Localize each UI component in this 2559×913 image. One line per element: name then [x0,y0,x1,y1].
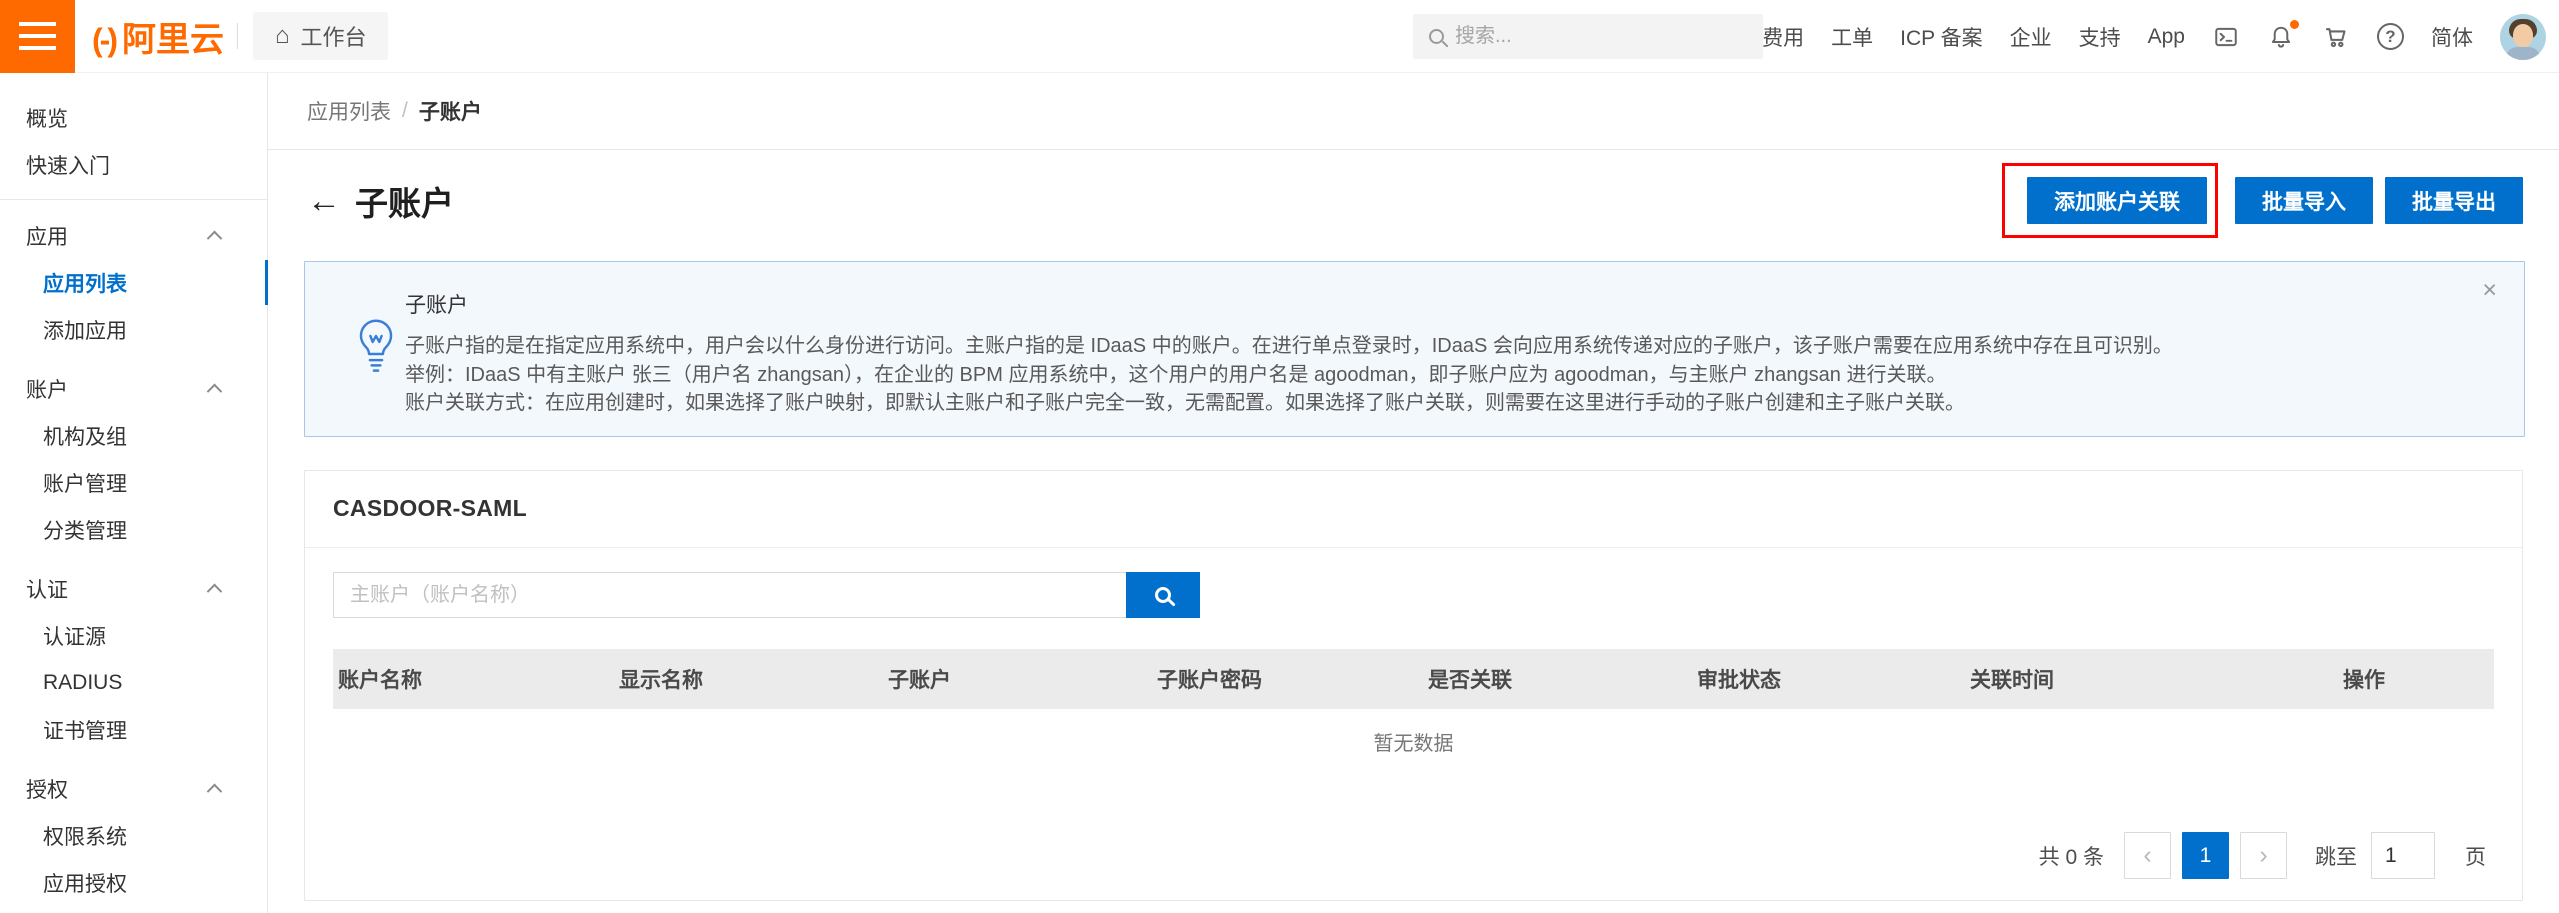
chevron-up-icon [207,784,223,800]
application-name: CASDOOR-SAML [333,495,2494,522]
chevron-up-icon [207,584,223,600]
batch-export-button[interactable]: 批量导出 [2385,177,2523,224]
breadcrumb-current: 子账户 [419,96,482,126]
close-icon[interactable]: × [2482,278,2497,303]
search-button[interactable] [1126,572,1200,618]
main-layout: 概览 快速入门 应用 应用列表 添加应用 账户 机构及组 [0,73,2559,913]
hamburger-menu-button[interactable] [0,0,75,73]
sidebar: 概览 快速入门 应用 应用列表 添加应用 账户 机构及组 [0,73,268,913]
notifications-bell-icon[interactable] [2267,23,2295,51]
cart-icon[interactable] [2322,23,2350,51]
banner-line-3: 账户关联方式：在应用创建时，如果选择了账户映射，即默认主账户和子账户完全一致，无… [405,389,2454,418]
sidebar-group-authentication[interactable]: 认证 [0,565,267,612]
breadcrumb-application-list[interactable]: 应用列表 [307,96,391,126]
column-is-associated: 是否关联 [1423,664,1692,694]
home-icon: ⌂ [275,22,290,50]
column-sub-account-password: 子账户密码 [1152,664,1423,694]
header-actions: 添加账户关联 批量导入 批量导出 [2002,163,2523,238]
sidebar-item-permission-system[interactable]: 权限系统 [0,812,267,859]
chevron-up-icon [207,384,223,400]
topbar-search-input[interactable] [1455,25,1735,48]
add-account-association-button[interactable]: 添加账户关联 [2027,177,2207,224]
topbar-menu: 费用 工单 ICP 备案 企业 支持 App [1762,0,2559,73]
sidebar-item-org-groups[interactable]: 机构及组 [0,412,267,459]
sidebar-item-account-management[interactable]: 账户管理 [0,459,267,506]
search-icon [1155,587,1171,603]
column-sub-account: 子账户 [883,664,1152,694]
idaas-console-page: (-) 阿里云 ⌂ 工作台 费用 工单 ICP 备案 企业 支持 App [0,0,2559,913]
sidebar-item-radius[interactable]: RADIUS [0,659,267,706]
menu-item-enterprise[interactable]: 企业 [2010,22,2052,52]
notification-dot [2290,20,2299,29]
aliyun-logo-text: 阿里云 [122,12,224,61]
sidebar-item-overview[interactable]: 概览 [0,94,267,141]
pagination-next-button[interactable]: › [2240,832,2287,879]
account-search-bar [333,572,2494,618]
language-switcher[interactable]: 简体 [2431,22,2473,52]
menu-item-tickets[interactable]: 工单 [1831,22,1873,52]
aliyun-logo-icon: (-) [92,22,115,59]
card-divider [305,547,2522,548]
table-empty-state: 暂无数据 [333,709,2494,773]
sidebar-item-add-application[interactable]: 添加应用 [0,306,267,353]
annotation-highlight-box: 添加账户关联 [2002,163,2218,238]
sidebar-item-auth-sources[interactable]: 认证源 [0,612,267,659]
sub-account-card: CASDOOR-SAML 账户名称 显示名称 子账户 子账户密码 是否关联 审批… [304,470,2523,901]
info-banner: 子账户 子账户指的是在指定应用系统中，用户会以什么身份进行访问。主账户指的是 I… [304,261,2525,437]
workbench-button[interactable]: ⌂ 工作台 [253,12,389,60]
topbar-search[interactable] [1413,14,1763,59]
column-association-time: 关联时间 [1965,664,2338,694]
sidebar-item-certificate-management[interactable]: 证书管理 [0,706,267,753]
sidebar-group-applications[interactable]: 应用 [0,212,267,259]
user-avatar[interactable] [2500,14,2546,60]
hamburger-icon [19,22,56,26]
sidebar-group-accounts[interactable]: 账户 [0,365,267,412]
breadcrumb-separator: / [402,99,408,123]
topbar: (-) 阿里云 ⌂ 工作台 费用 工单 ICP 备案 企业 支持 App [0,0,2559,73]
banner-line-1: 子账户指的是在指定应用系统中，用户会以什么身份进行访问。主账户指的是 IDaaS… [405,332,2454,361]
pagination-jump-label: 跳至 [2315,841,2357,871]
workbench-label: 工作台 [300,20,366,52]
topbar-divider [237,23,238,49]
sidebar-item-quickstart[interactable]: 快速入门 [0,141,267,188]
bulb-icon [355,318,397,376]
column-actions: 操作 [2338,664,2494,694]
help-icon[interactable]: ? [2377,23,2404,50]
batch-import-button[interactable]: 批量导入 [2235,177,2373,224]
sidebar-group-authorization[interactable]: 授权 [0,765,267,812]
search-icon [1429,29,1444,44]
menu-item-icp[interactable]: ICP 备案 [1900,22,1982,52]
column-display-name: 显示名称 [614,664,883,694]
pagination-page-unit: 页 [2465,841,2486,871]
page-title: 子账户 [355,177,454,225]
page-header: ← 子账户 添加账户关联 批量导入 批量导出 [307,163,2523,238]
table-header-row: 账户名称 显示名称 子账户 子账户密码 是否关联 审批状态 关联时间 操作 [333,649,2494,709]
sidebar-item-application-authorization[interactable]: 应用授权 [0,859,267,906]
console-icon[interactable] [2212,23,2240,51]
pagination-prev-button[interactable]: ‹ [2124,832,2171,879]
sidebar-item-application-list[interactable]: 应用列表 [0,259,267,306]
menu-item-app[interactable]: App [2148,25,2185,49]
pagination-jump-input[interactable] [2371,832,2435,879]
column-account-name: 账户名称 [333,664,614,694]
chevron-up-icon [207,231,223,247]
pagination-page-1[interactable]: 1 [2182,832,2229,879]
pagination-total: 共 0 条 [2039,841,2104,871]
content-area: 应用列表 / 子账户 ← 子账户 添加账户关联 批量导入 批量导出 [268,73,2559,913]
aliyun-logo[interactable]: (-) 阿里云 [92,12,224,61]
sidebar-divider [0,199,267,200]
menu-item-support[interactable]: 支持 [2079,22,2121,52]
banner-title: 子账户 [405,289,2454,319]
sidebar-item-category-management[interactable]: 分类管理 [0,506,267,553]
column-approval-status: 审批状态 [1692,664,1965,694]
banner-line-2: 举例：IDaaS 中有主账户 张三（用户名 zhangsan），在企业的 BPM… [405,361,2454,390]
menu-item-billing[interactable]: 费用 [1762,22,1804,52]
back-arrow-icon[interactable]: ← [307,184,341,218]
pagination: 共 0 条 ‹ 1 › 跳至 页 [341,832,2486,879]
primary-account-search-input[interactable] [333,572,1126,618]
breadcrumb: 应用列表 / 子账户 [268,73,2559,150]
